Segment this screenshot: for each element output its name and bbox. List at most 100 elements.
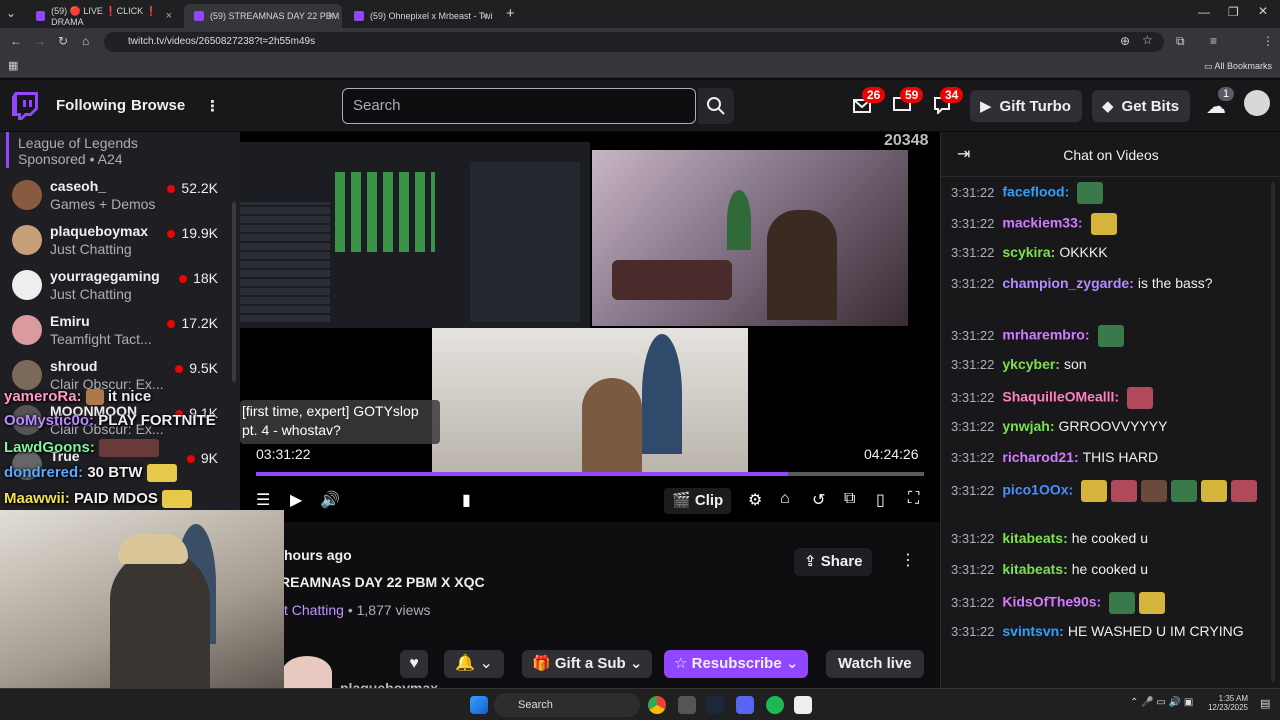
home-icon[interactable]: ⌂ [82, 34, 89, 48]
clip-button[interactable]: 🎬 Clip [664, 488, 732, 514]
blonde-hair [118, 534, 188, 564]
chat-username[interactable]: scykira: [1002, 244, 1055, 260]
tab-close-icon[interactable]: × [482, 10, 488, 22]
viewer-count: 9K [187, 450, 218, 466]
tray-icons[interactable]: ⌃ 🎤 ▭ 🔊 ▣ [1130, 697, 1193, 708]
steam-icon[interactable] [706, 696, 724, 714]
follow-heart-icon[interactable]: ♥ [400, 650, 428, 678]
spotify-icon[interactable] [766, 696, 784, 714]
picture-in-picture-icon[interactable]: ⧉ [844, 490, 855, 508]
tab-search-icon[interactable]: ⌄ [6, 6, 16, 20]
taskbar-search-label: Search [518, 699, 553, 711]
resubscribe-button[interactable]: ☆ Resubscribe ⌄ [664, 650, 809, 678]
chat-username[interactable]: pico1OOx: [1002, 482, 1073, 498]
chrome-icon[interactable] [648, 696, 666, 714]
chat-username[interactable]: kitabeats: [1002, 561, 1067, 577]
volume-icon[interactable]: 🔊 [320, 490, 340, 510]
chat-username[interactable]: richarod21: [1002, 449, 1078, 465]
theater-mode-icon[interactable]: ▯ [876, 490, 885, 510]
share-button[interactable]: ⇪ Share [794, 548, 873, 576]
seek-bar[interactable] [256, 472, 924, 476]
following-link[interactable]: Following [56, 97, 126, 114]
chat-username[interactable]: kitabeats: [1002, 530, 1067, 546]
get-bits-button[interactable]: ◆ Get Bits [1092, 90, 1190, 122]
sidebar-item-caseoh[interactable]: caseoh_ Games + Demos 52.2K [0, 174, 232, 218]
maximize-icon[interactable]: ❐ [1228, 5, 1239, 19]
sidebar-item-emiru[interactable]: Emiru Teamfight Tact... 17.2K [0, 309, 232, 353]
sidebar-item-yourragegaming[interactable]: yourragegaming Just Chatting 18K [0, 264, 232, 308]
viewer-count: 17.2K [167, 315, 218, 331]
search-input[interactable]: Search [342, 88, 696, 124]
chat-username[interactable]: KidsOfThe90s: [1002, 594, 1101, 610]
new-tab-button[interactable]: + [506, 5, 515, 22]
webcam-overlay [0, 510, 284, 690]
more-options-icon[interactable]: ⋮ [900, 550, 916, 570]
notification-center-icon[interactable]: ▤ [1260, 697, 1270, 710]
discord-icon[interactable] [736, 696, 754, 714]
avatar [12, 315, 42, 345]
fullscreen-icon[interactable]: ⛶ [908, 490, 919, 508]
back-icon[interactable]: ← [10, 34, 22, 48]
channel-avatar[interactable] [282, 656, 332, 690]
minimize-icon[interactable]: — [1198, 5, 1210, 19]
chat-username[interactable]: faceflood: [1002, 184, 1069, 200]
window-close-icon[interactable]: ✕ [1258, 4, 1268, 18]
channel-name: Emiru [50, 313, 90, 329]
browser-tab-3[interactable]: (59) Ohnepixel x Mrbeast - Twi × [344, 4, 496, 28]
chapters-icon[interactable]: ☰ [256, 490, 270, 510]
chat-username[interactable]: ShaquilleOMeallI: [1002, 389, 1119, 405]
category-link[interactable]: t Chatting [284, 602, 344, 618]
sponsored-title[interactable]: League of Legends [18, 135, 138, 151]
twitch-logo-icon[interactable] [12, 92, 38, 120]
more-menu-icon[interactable]: ⋮ [205, 97, 220, 115]
gift-sub-button[interactable]: 🎁 Gift a Sub ⌄ [522, 650, 653, 678]
browse-link[interactable]: Browse [131, 97, 185, 114]
tab-close-icon[interactable]: × [328, 10, 334, 22]
cast-icon[interactable]: ⌂ [780, 490, 790, 508]
sidebar-scrollbar[interactable] [232, 202, 236, 382]
app-icon[interactable] [794, 696, 812, 714]
all-bookmarks-link[interactable]: ▭ All Bookmarks [1204, 61, 1272, 72]
chevron-down-icon: ⌄ [781, 655, 799, 672]
bookmark-star-icon[interactable]: ☆ [1142, 33, 1153, 47]
chat-username[interactable]: svintsvn: [1002, 623, 1063, 639]
zoom-icon[interactable]: ⊕ [1120, 34, 1130, 48]
chat-username[interactable]: mrharembro: [1002, 327, 1089, 343]
video-player[interactable]: 20348 [first time, expert] GOTYslop pt. … [240, 132, 940, 522]
chat-username[interactable]: ynwjah: [1002, 418, 1054, 434]
tab-close-icon[interactable]: × [166, 10, 172, 22]
chat-username[interactable]: mackiem33: [1002, 215, 1082, 231]
reload-icon[interactable]: ↻ [58, 34, 68, 48]
app-icon[interactable] [678, 696, 696, 714]
chat-scrollbar[interactable] [1271, 182, 1275, 682]
taskbar-search-input[interactable]: Search [494, 693, 640, 717]
apps-grid-icon[interactable]: ▦ [8, 59, 18, 72]
watch-live-button[interactable]: Watch live [826, 650, 924, 678]
media-icon[interactable]: ≡ [1210, 34, 1217, 48]
chat-timestamp: 3:31:22 [951, 215, 995, 231]
extensions-icon[interactable]: ⧉ [1176, 34, 1185, 49]
bits-icon: ◆ [1102, 98, 1114, 115]
settings-icon[interactable]: ⚙ [748, 490, 762, 510]
windows-start-icon[interactable] [470, 696, 488, 714]
search-icon [707, 97, 725, 115]
gift-turbo-button[interactable]: ▶ Gift Turbo [970, 90, 1082, 122]
search-button[interactable] [698, 88, 734, 124]
forward-icon[interactable]: → [34, 34, 46, 48]
url-input[interactable]: twitch.tv/videos/2650827238?t=2h55m49s [104, 32, 1164, 52]
rewind-icon[interactable]: ↺ [812, 490, 825, 510]
turbo-icon: ▶ [980, 98, 992, 115]
sidebar-item-plaqueboymax[interactable]: plaqueboymax Just Chatting 19.9K [0, 219, 232, 263]
browser-menu-icon[interactable]: ⋮ [1262, 34, 1274, 48]
clock[interactable]: 1:35 AM 12/23/2025 [1206, 694, 1248, 712]
browser-tab-2[interactable]: (59) STREAMNAS DAY 22 PBM × [184, 4, 342, 28]
chat-username[interactable]: ykcyber: [1002, 356, 1060, 372]
notifications-bell-icon[interactable]: 🔔 ⌄ [444, 650, 504, 678]
clip-icon: 🎬 [672, 492, 695, 509]
user-avatar[interactable] [1244, 90, 1270, 116]
chat-username[interactable]: champion_zygarde: [1002, 275, 1133, 291]
play-icon[interactable]: ▶ [290, 490, 302, 510]
browser-tab-1[interactable]: (59) 🔴 LIVE ❗CLICK ❗ DRAMA × [26, 4, 180, 28]
seek-progress [256, 472, 789, 476]
clock-date: 12/23/2025 [1207, 703, 1248, 712]
